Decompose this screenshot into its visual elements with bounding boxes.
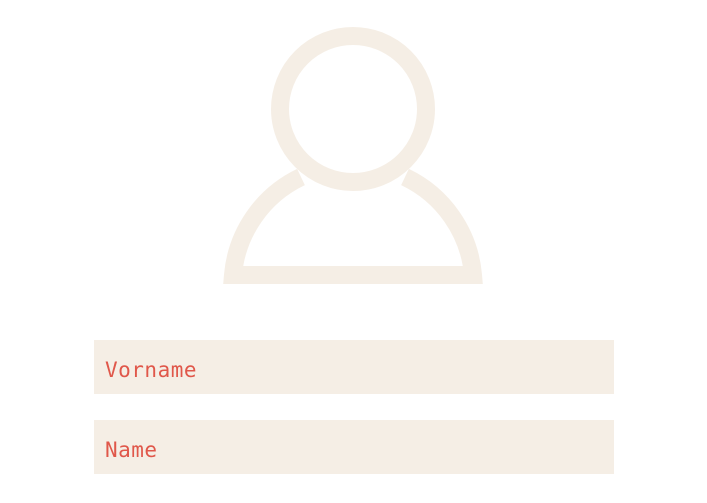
first-name-field[interactable]: Vorname: [94, 340, 614, 394]
avatar: [222, 26, 484, 286]
user-icon: [223, 27, 483, 284]
last-name-placeholder: Name: [105, 438, 158, 462]
first-name-placeholder: Vorname: [105, 358, 198, 382]
last-name-field[interactable]: Name: [94, 420, 614, 474]
